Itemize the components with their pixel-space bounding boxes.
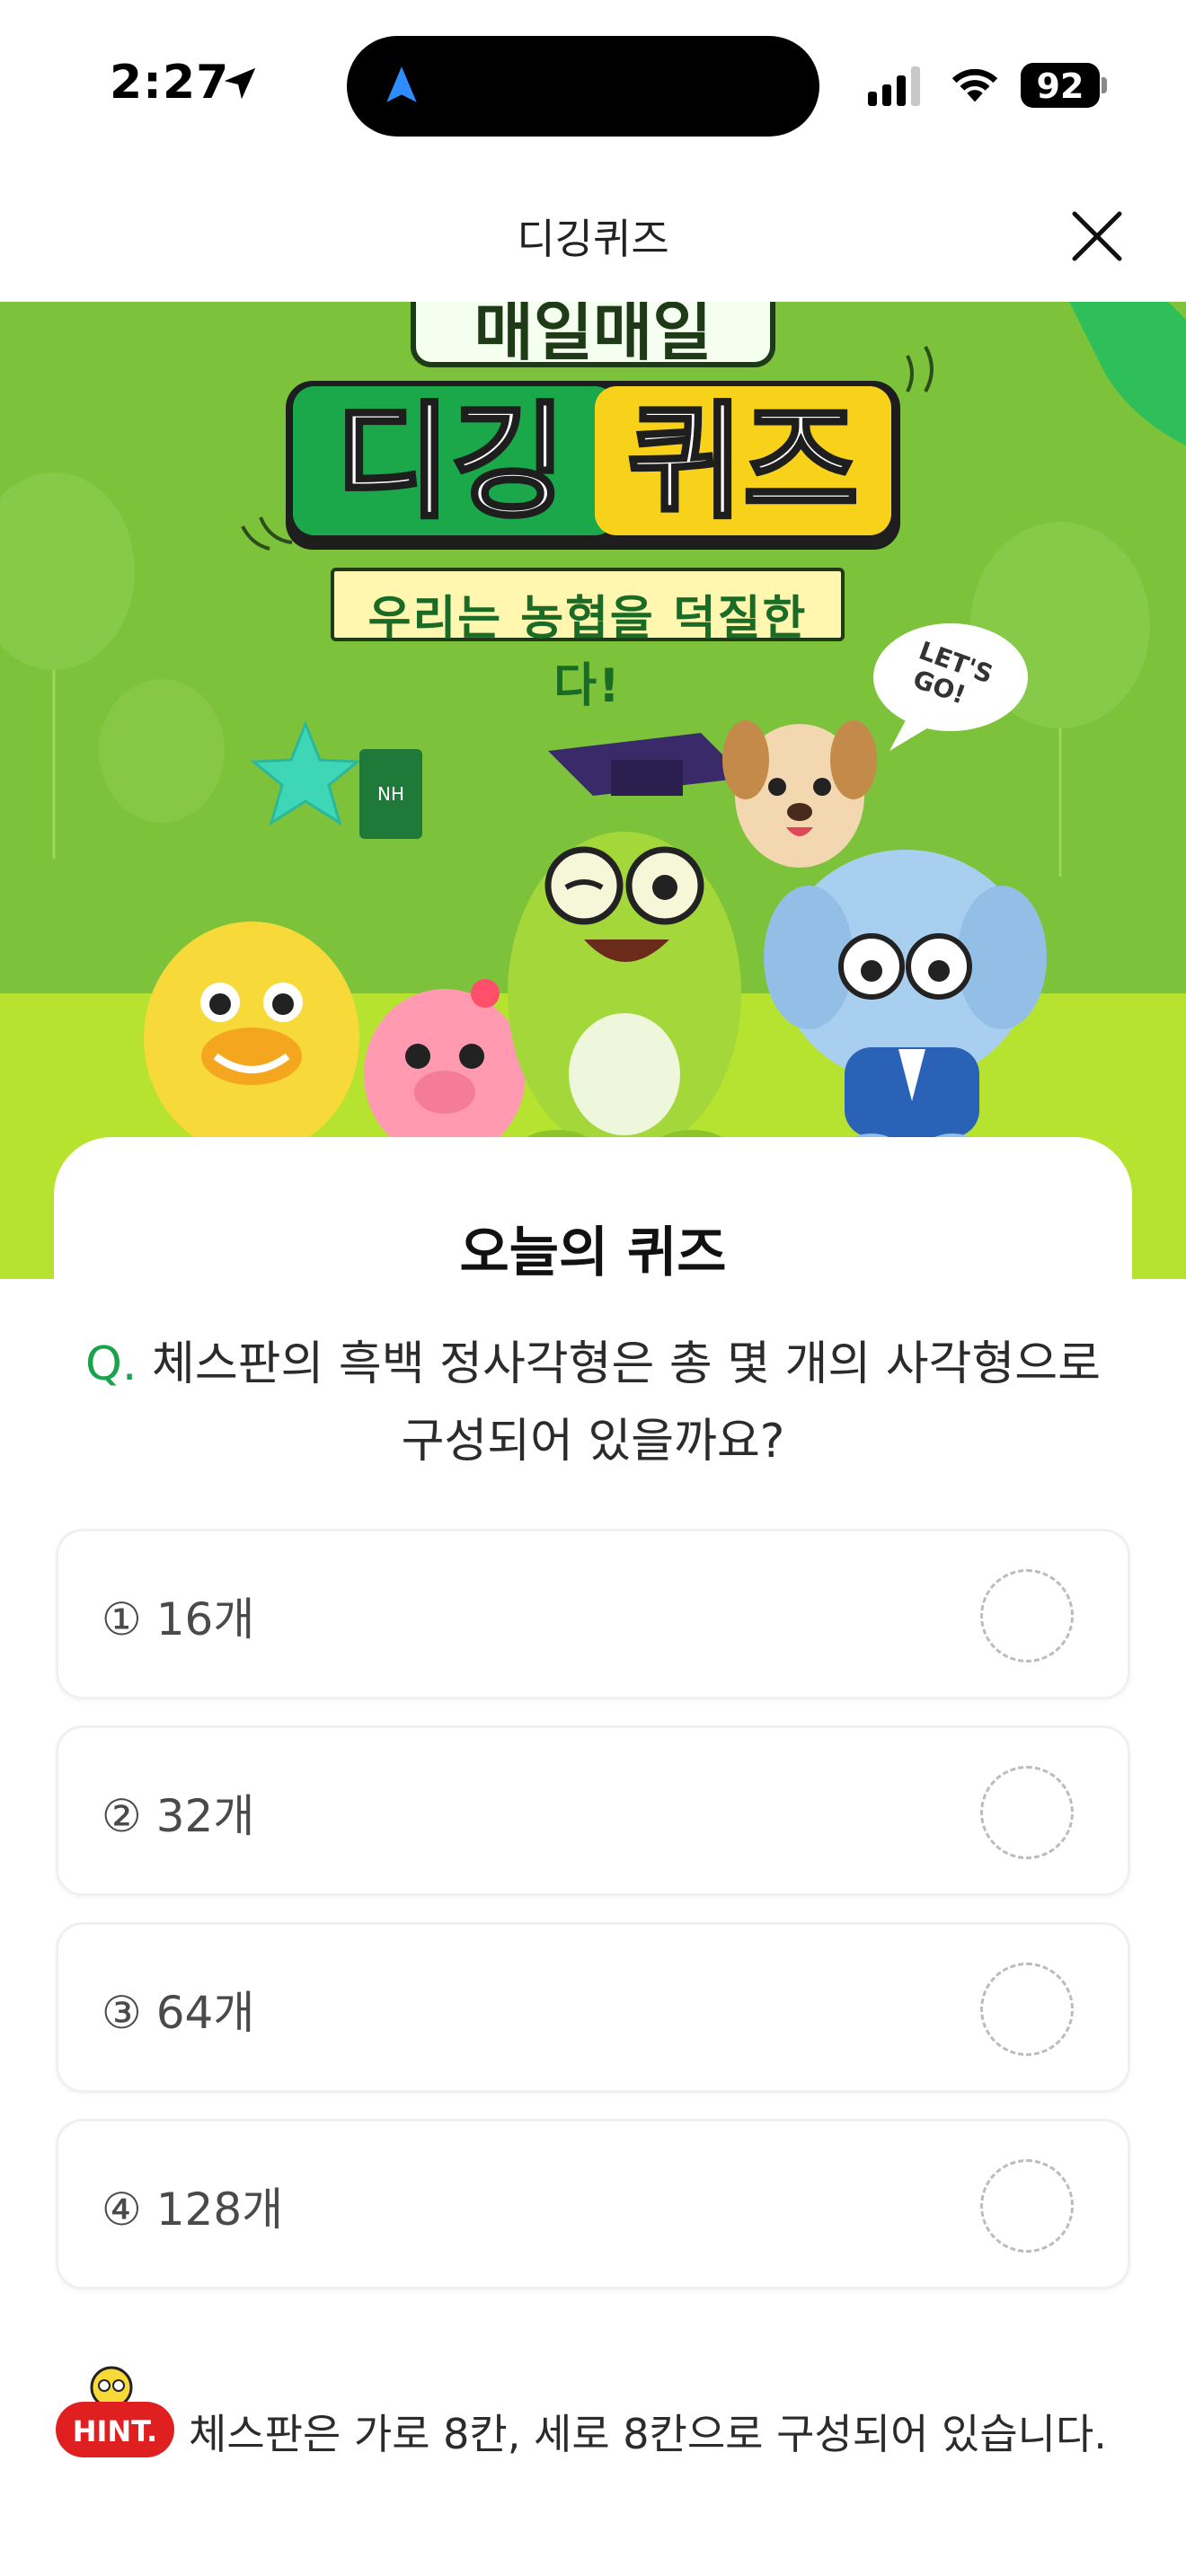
banner-top-text: 매일매일 [474, 302, 712, 369]
answer-option-label: ③ 64개 [102, 1987, 255, 2039]
dynamic-island [347, 36, 819, 137]
hint-text: 체스판은 가로 8칸, 세로 8칸으로 구성되어 있습니다. [189, 2410, 1107, 2458]
navigation-icon [386, 66, 417, 102]
quiz-card-header: 오늘의 퀴즈 [54, 1137, 1132, 1279]
hint-badge-text: HINT. [73, 2414, 158, 2448]
answer-radio[interactable] [980, 1963, 1074, 2056]
banner-subtitle: 우리는 농협을 덕질한다! [367, 592, 808, 713]
answer-radio[interactable] [980, 2159, 1074, 2253]
book-label: NH [377, 783, 404, 805]
answer-option-label: ④ 128개 [102, 2183, 284, 2236]
quiz-hint: HINT. 체스판은 가로 8칸, 세로 8칸으로 구성되어 있습니다. [52, 2362, 1148, 2470]
mascot-characters-illustration: NH [144, 720, 1047, 1164]
wifi-icon [951, 68, 998, 102]
banner-subtitle-box: 우리는 농협을 덕질한다! [331, 568, 845, 713]
banner-main-title: 디깅 퀴즈 [286, 381, 900, 550]
answer-radio[interactable] [980, 1766, 1074, 1859]
answer-option-1[interactable]: ① 16개 [56, 1529, 1130, 1699]
app-header: 디깅퀴즈 [0, 171, 1186, 302]
question-text: 체스판의 흑백 정사각형은 총 몇 개의 사각형으로 구성되어 있을까요? [152, 1337, 1101, 1469]
battery-level: 92 [1036, 66, 1084, 106]
banner-main-right: 퀴즈 [627, 390, 859, 536]
answer-option-label: ② 32개 [102, 1790, 255, 1842]
close-icon[interactable] [1066, 205, 1128, 268]
hint-badge-icon: HINT. [56, 2366, 174, 2457]
green-character [508, 733, 746, 1162]
brown-dog-character [722, 720, 877, 868]
banner-main-left: 디깅 [335, 390, 567, 536]
answer-option-4[interactable]: ④ 128개 [56, 2119, 1130, 2289]
cellular-signal-icon [868, 66, 920, 106]
answer-option-label: ① 16개 [102, 1593, 255, 1645]
question-mark-label: Q. [85, 1337, 137, 1391]
answer-option-2[interactable]: ② 32개 [56, 1725, 1130, 1896]
answer-radio[interactable] [980, 1569, 1074, 1663]
page-title: 디깅퀴즈 [517, 215, 669, 263]
location-arrow-icon [224, 67, 256, 100]
status-bar: 2:27 92 [0, 0, 1186, 171]
answer-option-3[interactable]: ③ 64개 [56, 1922, 1130, 2093]
blue-elephant-character [764, 850, 1047, 1159]
yellow-duck-character [144, 922, 359, 1161]
quiz-card-title: 오늘의 퀴즈 [452, 1209, 734, 1279]
status-time: 2:27 [110, 56, 230, 110]
quiz-card-title-text: 오늘의 퀴즈 [459, 1222, 727, 1279]
quiz-question: Q. 체스판의 흑백 정사각형은 총 몇 개의 사각형으로 구성되어 있을까요? [81, 1326, 1105, 1480]
battery-indicator: 92 [1021, 63, 1107, 108]
quiz-hero-banner: LET'S GO! 매일매일 디깅 퀴즈 우리는 농협을 덕질한다! NH 오늘… [0, 302, 1186, 1279]
banner-top-title: 매일매일 [411, 302, 775, 369]
